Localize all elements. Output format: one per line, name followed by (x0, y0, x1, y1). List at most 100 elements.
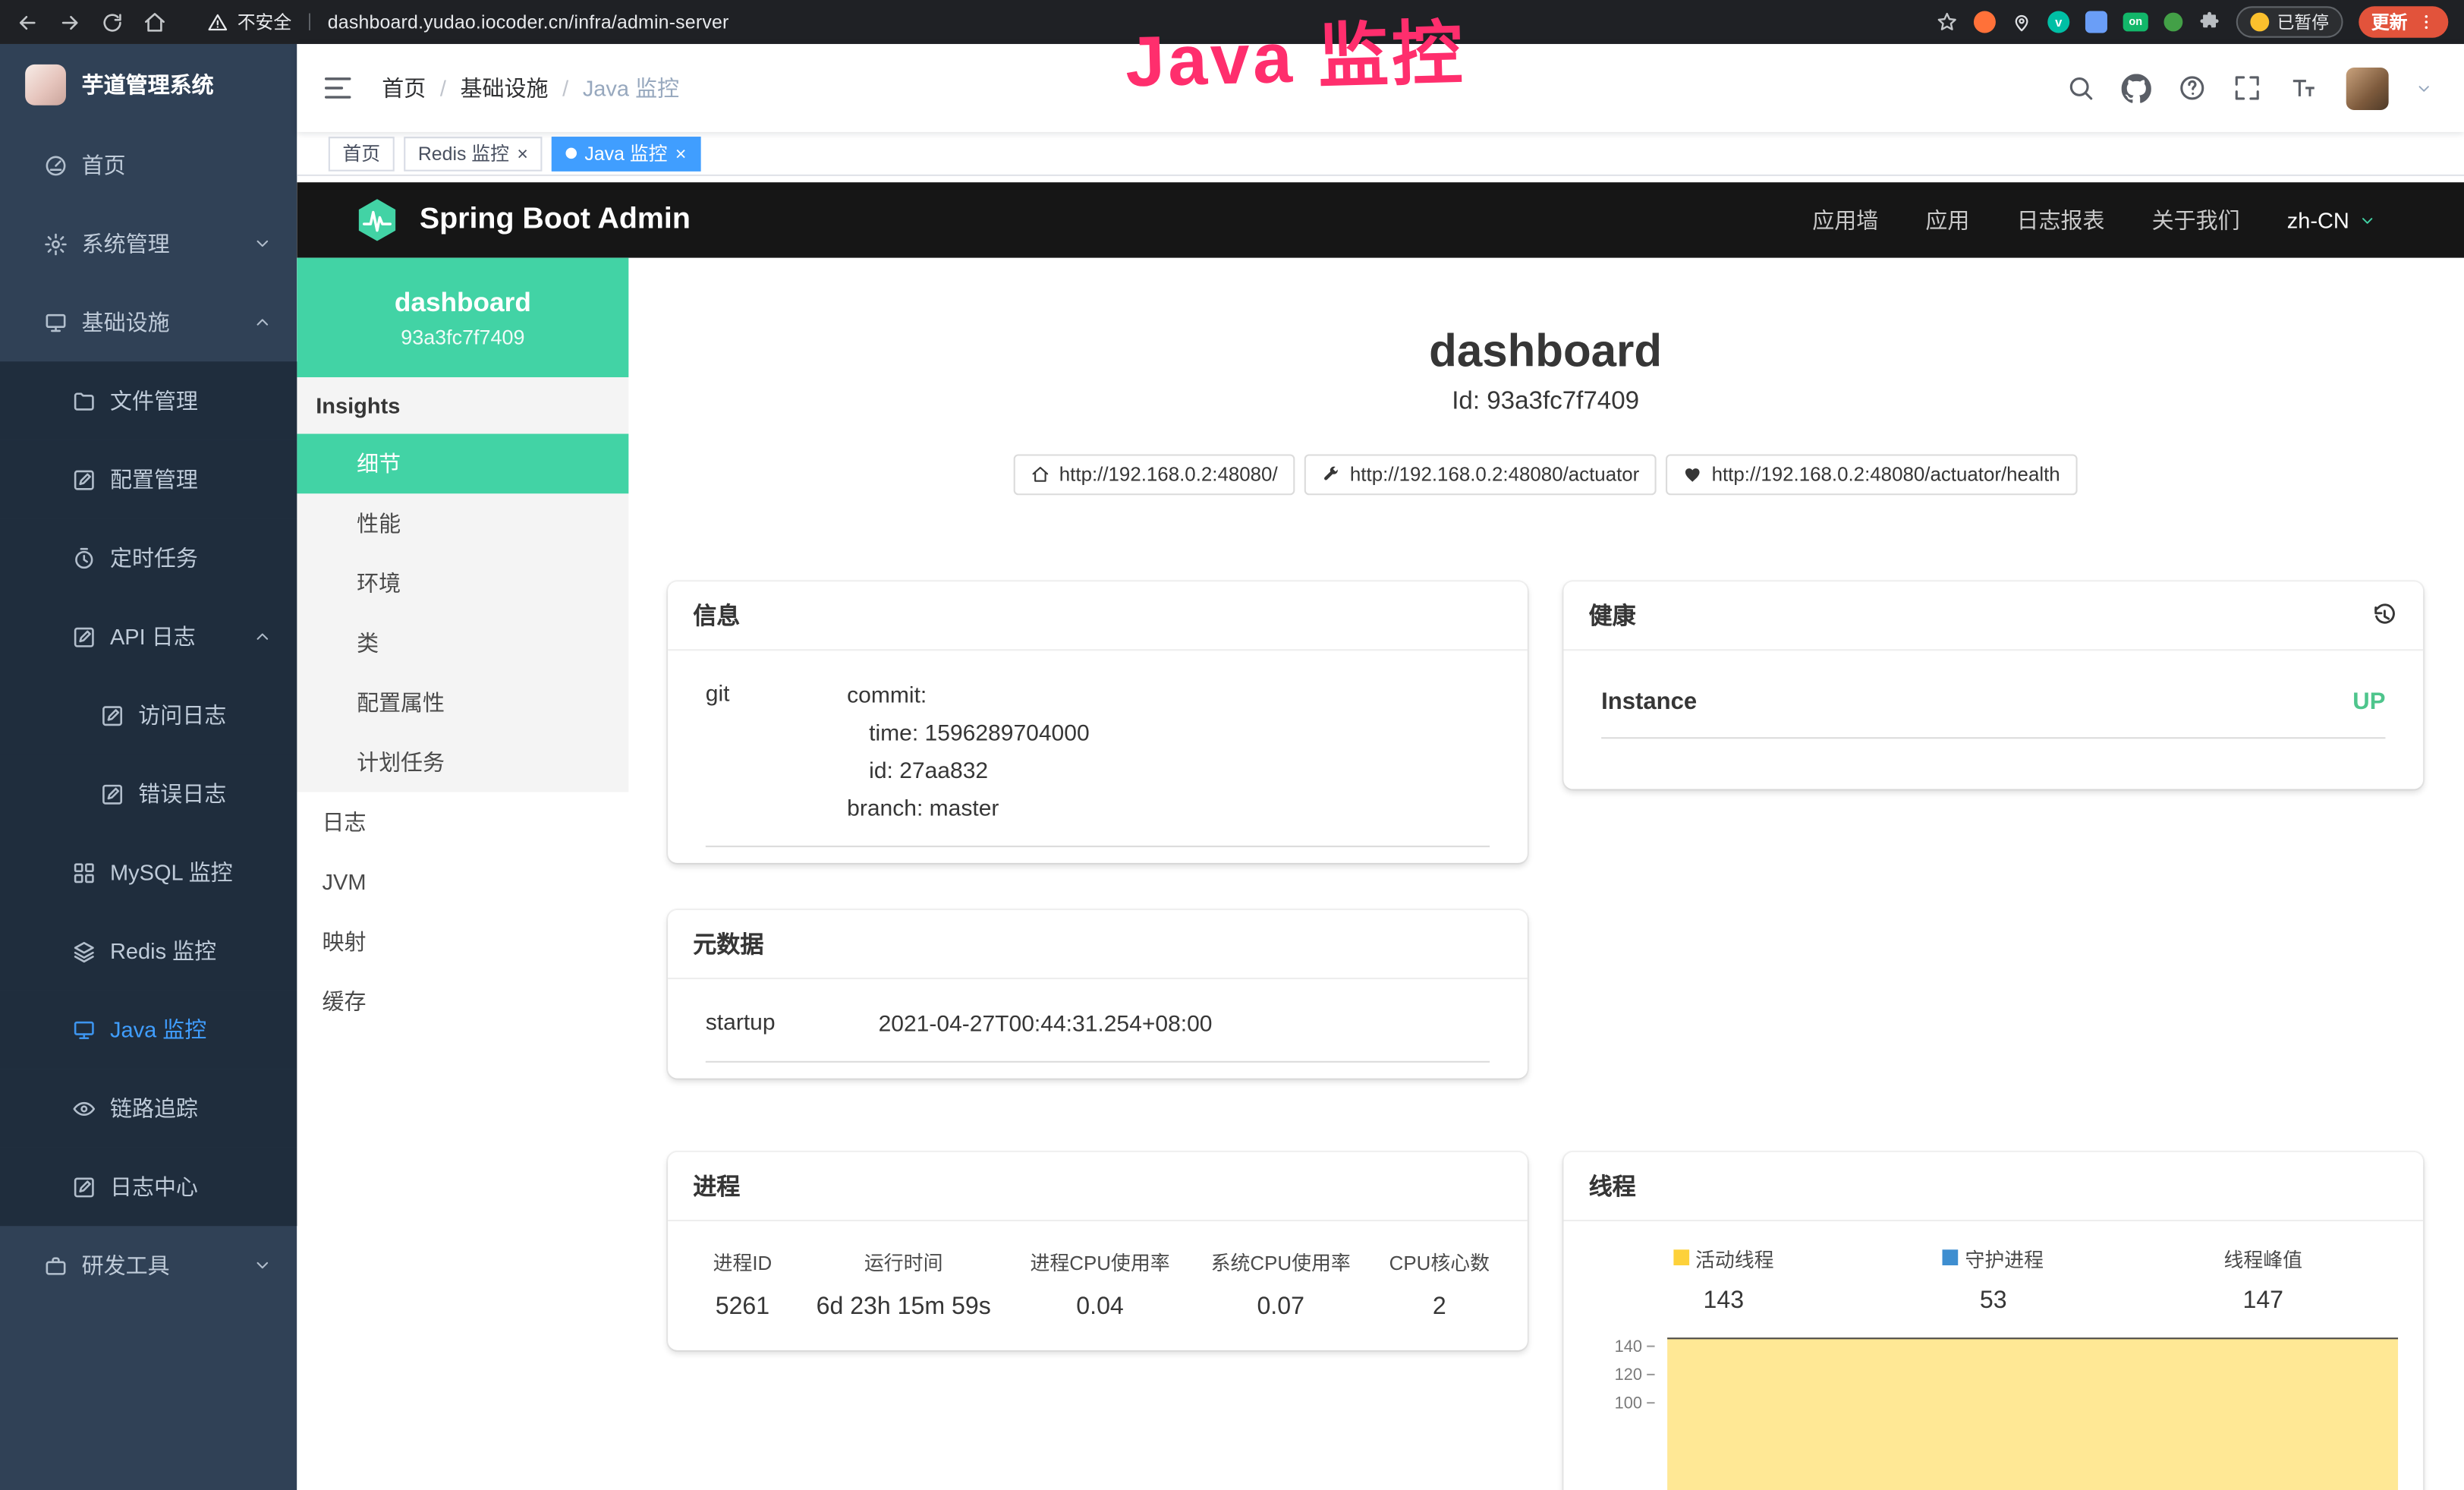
briefcase-icon (44, 1253, 68, 1277)
row-value: 2021-04-27T00:44:31.254+08:00 (879, 1007, 1490, 1045)
sba-brand[interactable]: Spring Boot Admin (420, 203, 691, 238)
sba-menu-caches[interactable]: 缓存 (297, 972, 628, 1032)
breadcrumb-infrastructure[interactable]: 基础设施 (461, 72, 549, 103)
sba-menu-scheduled-tasks[interactable]: 计划任务 (297, 732, 628, 792)
sidebar-item-access-logs[interactable]: 访问日志 (0, 676, 297, 754)
sba-menu-jvm[interactable]: JVM (297, 852, 628, 912)
sba-menu-classes[interactable]: 类 (297, 613, 628, 673)
metadata-card: 元数据 startup 2021-04-27T00:44:31.254+08:0… (668, 909, 1528, 1077)
app-logo-row[interactable]: 芋道管理系统 (0, 44, 297, 126)
tag-home[interactable]: 首页 (329, 136, 395, 171)
close-icon[interactable]: × (675, 143, 687, 162)
sidebar-item-redis-monitor[interactable]: Redis 监控 (0, 912, 297, 991)
sba-menu-environment[interactable]: 环境 (297, 553, 628, 613)
sba-nav-wallboard[interactable]: 应用墙 (1812, 204, 1878, 235)
sidebar-item-mysql-monitor[interactable]: MySQL 监控 (0, 833, 297, 912)
screen: 不安全 | dashboard.yudao.iocoder.cn/infra/a… (0, 0, 2464, 1490)
legend-item-live: 活动线程 143 (1589, 1243, 1858, 1315)
sba-menu-mappings[interactable]: 映射 (297, 912, 628, 972)
link-label: http://192.168.0.2:48080/ (1059, 464, 1278, 486)
cell-system-cpu: 0.07 (1194, 1293, 1367, 1321)
history-icon[interactable] (2371, 602, 2398, 628)
puzzle-extensions-icon[interactable] (2198, 11, 2220, 33)
tag-java-monitor[interactable]: Java 监控 × (552, 136, 700, 171)
service-url-link[interactable]: http://192.168.0.2:48080/ (1014, 454, 1295, 495)
chrome-update-button[interactable]: 更新 (2359, 6, 2448, 37)
extension-icon-blue[interactable] (2085, 11, 2107, 33)
active-dot (566, 148, 577, 159)
locale-label: zh-CN (2287, 207, 2349, 232)
extension-icon-on[interactable]: on (2123, 13, 2148, 32)
kebab-menu-icon[interactable] (2417, 13, 2436, 32)
sidebar-item-java-monitor[interactable]: Java 监控 (0, 991, 297, 1069)
sba-nav-about[interactable]: 关于我们 (2152, 204, 2240, 235)
fullscreen-icon[interactable] (2233, 74, 2261, 102)
edit-icon (72, 468, 96, 491)
legend-value: 143 (1589, 1287, 1858, 1315)
app-logo (25, 65, 66, 106)
sidebar-item-infrastructure[interactable]: 基础设施 (0, 283, 297, 362)
pin-extension-icon[interactable] (2012, 12, 2032, 33)
forward-icon[interactable] (58, 10, 82, 33)
breadcrumb-home[interactable]: 首页 (382, 72, 426, 103)
hamburger-icon[interactable] (323, 72, 354, 103)
extension-icon-teal[interactable]: v (2047, 11, 2069, 33)
sba-nav-applications[interactable]: 应用 (1925, 204, 1969, 235)
sidebar-item-log-center[interactable]: 日志中心 (0, 1148, 297, 1227)
sidebar-item-home[interactable]: 首页 (0, 126, 297, 205)
tag-redis-monitor[interactable]: Redis 监控 × (404, 136, 542, 171)
sba-menu-config-props[interactable]: 配置属性 (297, 673, 628, 732)
warning-icon (207, 12, 228, 33)
actuator-url-link[interactable]: http://192.168.0.2:48080/actuator (1304, 454, 1657, 495)
row-label: git (706, 679, 847, 830)
home-icon[interactable] (143, 10, 166, 33)
sba-header: Spring Boot Admin 应用墙 应用 日志报表 关于我们 zh-CN (297, 182, 2464, 257)
bookmark-star-icon[interactable] (1936, 11, 1958, 33)
breadcrumb-separator: / (562, 75, 568, 100)
back-icon[interactable] (16, 10, 39, 33)
instance-id-line: Id: 93a3fc7f7409 (668, 388, 2423, 416)
sidebar-item-dev-tools[interactable]: 研发工具 (0, 1226, 297, 1305)
help-icon[interactable] (2178, 74, 2206, 102)
column-header: 运行时间 (801, 1246, 1005, 1275)
search-icon[interactable] (2066, 74, 2094, 102)
git-commit-id: id: 27aa832 (847, 754, 1490, 792)
github-icon[interactable] (2122, 73, 2151, 102)
sba-menu-logs[interactable]: 日志 (297, 792, 628, 852)
sidebar-item-label: 访问日志 (138, 700, 226, 731)
sidebar-item-scheduled-tasks[interactable]: 定时任务 (0, 518, 297, 597)
sba-nav-journal[interactable]: 日志报表 (2017, 204, 2105, 235)
chevron-down-icon[interactable] (2415, 80, 2433, 97)
sidebar-item-error-logs[interactable]: 错误日志 (0, 754, 297, 833)
sidebar-item-label: 文件管理 (110, 385, 198, 416)
status-badge: UP (2352, 688, 2385, 715)
chevron-up-icon (253, 313, 272, 332)
extension-icon-orange[interactable] (1974, 11, 1996, 33)
sidebar-item-system-management[interactable]: 系统管理 (0, 204, 297, 283)
table-row[interactable]: Instance UP (1601, 688, 2385, 739)
sba-menu-details[interactable]: 细节 (297, 434, 628, 494)
health-url-link[interactable]: http://192.168.0.2:48080/actuator/health (1666, 454, 2078, 495)
column-header: CPU核心数 (1367, 1246, 1512, 1275)
profile-paused-badge[interactable]: 已暂停 (2236, 6, 2343, 37)
sidebar-item-label: 基础设施 (82, 307, 170, 338)
sba-nav: 应用墙 应用 日志报表 关于我们 zh-CN (1812, 204, 2376, 235)
process-card-header: 进程 (668, 1151, 1528, 1221)
font-size-icon[interactable] (2288, 74, 2319, 102)
metadata-card-header: 元数据 (668, 909, 1528, 978)
sidebar-item-config-management[interactable]: 配置管理 (0, 440, 297, 519)
link-label: http://192.168.0.2:48080/actuator/health (1712, 464, 2060, 486)
address-bar-url[interactable]: dashboard.yudao.iocoder.cn/infra/admin-s… (328, 11, 729, 33)
avatar[interactable] (2346, 67, 2389, 109)
site-security-chip[interactable]: 不安全 | dashboard.yudao.iocoder.cn/infra/a… (207, 9, 729, 34)
sba-menu-performance[interactable]: 性能 (297, 493, 628, 553)
sidebar-item-file-management[interactable]: 文件管理 (0, 361, 297, 440)
grid-icon (72, 861, 96, 884)
locale-selector[interactable]: zh-CN (2287, 207, 2376, 232)
sidebar-item-trace[interactable]: 链路追踪 (0, 1069, 297, 1148)
instance-box[interactable]: dashboard 93a3fc7f7409 (297, 258, 628, 377)
extension-icon-green[interactable] (2163, 13, 2182, 32)
close-icon[interactable]: × (517, 143, 528, 162)
reload-icon[interactable] (101, 10, 124, 33)
sidebar-item-api-logs[interactable]: API 日志 (0, 597, 297, 676)
